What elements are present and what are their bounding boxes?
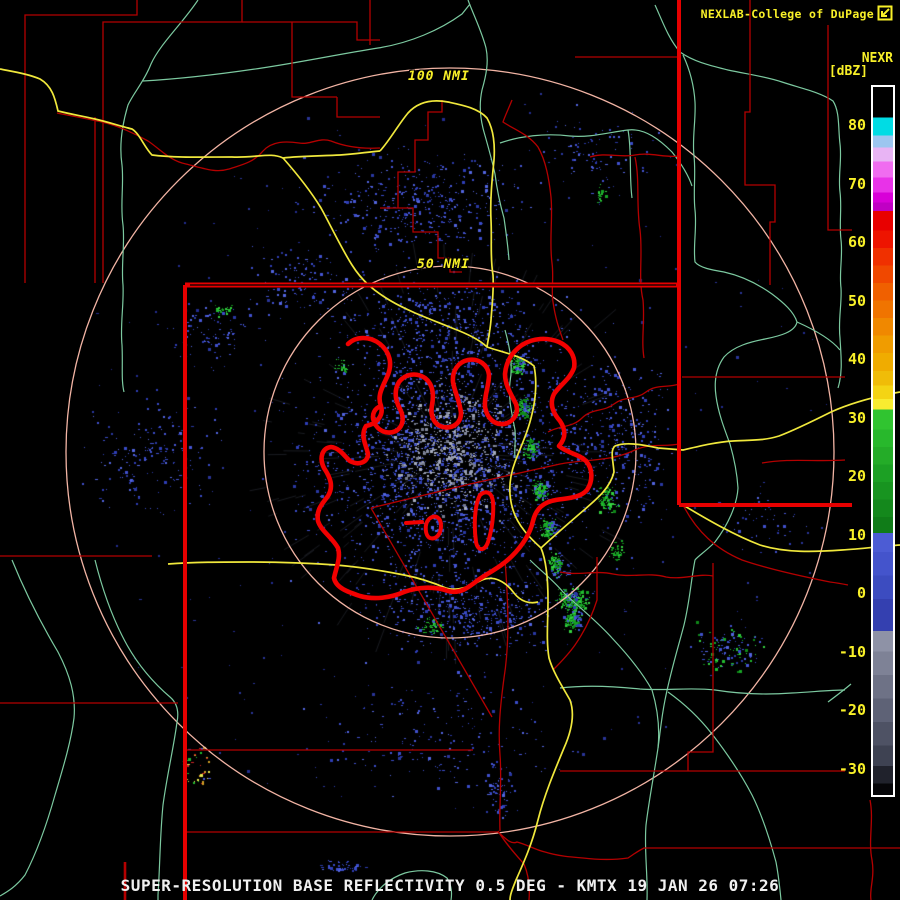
colorbar-tick: 30 [847,408,866,427]
colorbar-tick: 40 [847,350,866,369]
product-title: SUPER-RESOLUTION BASE REFLECTIVITY 0.5 D… [120,876,780,895]
colorbar-tick: 60 [847,233,866,252]
colorbar-tick: 0 [856,584,866,603]
nexlab-credit: NEXLAB-College of DuPage [700,7,874,21]
county-borders [0,0,900,900]
colorbar-tick: -10 [838,642,866,661]
nexlab-logo-icon [877,5,893,21]
state-borders [183,0,852,900]
great-salt-lake-outline [315,335,594,601]
lake-outlines [315,335,594,601]
colorbar-tick: 20 [847,467,866,486]
rivers [0,0,852,900]
range-rings [65,67,835,837]
range-ring-100nmi [65,67,835,837]
range-ring-50nmi-label: 50 NMI [417,257,470,272]
colorbar-tick: 70 [847,174,866,193]
lake-island-outline [472,490,496,552]
range-ring-50nmi [263,265,637,639]
colorbar-tick: 50 [847,291,866,310]
range-ring-100nmi-label: 100 NMI [408,69,470,84]
colorbar-tick: -30 [838,759,866,778]
highways [0,68,900,900]
radar-display: NEXLAB-College of DuPage NEXR [dBZ] 100 … [0,0,900,900]
lake-causeway-segment [404,520,424,525]
map-layer [0,0,900,900]
colorbar-tick: 80 [847,116,866,135]
lake-pond-outline [423,514,443,541]
units-label: [dBZ] [828,64,868,79]
colorbar-tick: -20 [838,701,866,720]
colorbar-tick: 10 [847,525,866,544]
reflectivity-colorbar [871,85,895,797]
